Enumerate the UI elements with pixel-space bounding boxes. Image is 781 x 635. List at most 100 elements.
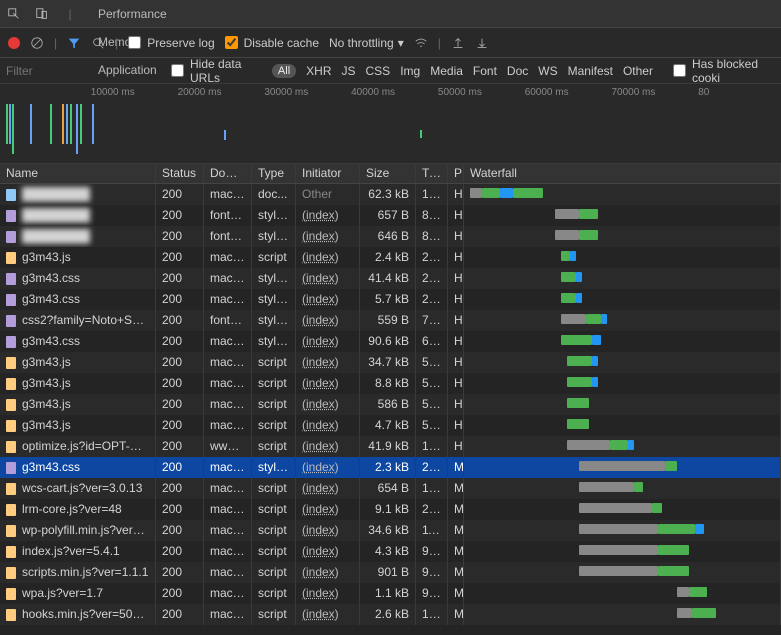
cell-priority: H.. [448, 352, 464, 373]
cell-initiator[interactable]: (index) [296, 499, 360, 520]
cell-time: 21... [416, 457, 448, 478]
cell-type: script [252, 604, 296, 625]
file-icon [6, 336, 16, 348]
cell-initiator[interactable]: (index) [296, 415, 360, 436]
cell-name: g3m43.js [0, 415, 156, 436]
request-row[interactable]: g3m43.css200macr...style...(index)5.7 kB… [0, 289, 781, 310]
cell-initiator[interactable]: (index) [296, 520, 360, 541]
cell-initiator[interactable]: (index) [296, 268, 360, 289]
cell-initiator[interactable]: (index) [296, 289, 360, 310]
filter-type-xhr[interactable]: XHR [306, 64, 331, 78]
header-status[interactable]: Status [156, 164, 204, 183]
header-domain[interactable]: Doma... [204, 164, 252, 183]
hide-data-urls-checkbox[interactable]: Hide data URLs [171, 57, 262, 85]
cell-name: g3m43.css [0, 331, 156, 352]
file-icon [6, 210, 16, 222]
cell-initiator[interactable]: (index) [296, 373, 360, 394]
header-initiator[interactable]: Initiator [296, 164, 360, 183]
cell-initiator[interactable]: (index) [296, 541, 360, 562]
cell-initiator[interactable]: (index) [296, 478, 360, 499]
cell-initiator[interactable]: (index) [296, 583, 360, 604]
request-row[interactable]: g3m43.css200macr...style...(index)41.4 k… [0, 268, 781, 289]
download-icon[interactable] [475, 36, 489, 50]
filter-input[interactable] [6, 64, 161, 78]
cell-waterfall [464, 541, 781, 562]
cell-domain: macr... [204, 562, 252, 583]
request-row[interactable]: g3m43.js200macr...script(index)34.7 kB57… [0, 352, 781, 373]
filter-type-media[interactable]: Media [430, 64, 463, 78]
request-row[interactable]: hooks.min.js?ver=50e2...200macr...script… [0, 604, 781, 625]
blocked-cookies-checkbox[interactable]: Has blocked cooki [673, 57, 775, 85]
filter-type-doc[interactable]: Doc [507, 64, 528, 78]
request-row[interactable]: scripts.min.js?ver=1.1.1200macr...script… [0, 562, 781, 583]
cell-status: 200 [156, 373, 204, 394]
header-time[interactable]: Ti... [416, 164, 448, 183]
request-row[interactable]: index.js?ver=5.4.1200macr...script(index… [0, 541, 781, 562]
cell-size: 559 B [360, 310, 416, 331]
filter-icon[interactable] [67, 36, 81, 50]
request-row[interactable]: ████████200macr...doc...Other62.3 kB14..… [0, 184, 781, 205]
throttling-select[interactable]: No throttling▾ [329, 36, 404, 50]
cell-initiator[interactable]: (index) [296, 436, 360, 457]
inspect-icon[interactable] [0, 7, 28, 21]
clear-icon[interactable] [30, 36, 44, 50]
disable-cache-checkbox[interactable]: Disable cache [225, 36, 319, 50]
request-row[interactable]: css2?family=Noto+Ser...200fonts...style.… [0, 310, 781, 331]
file-icon [6, 399, 16, 411]
cell-initiator[interactable]: (index) [296, 310, 360, 331]
cell-size: 657 B [360, 205, 416, 226]
request-row[interactable]: lrm-core.js?ver=48200macr...script(index… [0, 499, 781, 520]
request-row[interactable]: g3m43.css200macr...style...(index)90.6 k… [0, 331, 781, 352]
request-row[interactable]: wpa.js?ver=1.7200macr...script(index)1.1… [0, 583, 781, 604]
request-row[interactable]: optimize.js?id=OPT-W...200www....script(… [0, 436, 781, 457]
request-row[interactable]: wp-polyfill.min.js?ver=...200macr...scri… [0, 520, 781, 541]
request-row[interactable]: ████████200fonts...style...(index)646 B8… [0, 226, 781, 247]
filter-type-manifest[interactable]: Manifest [568, 64, 613, 78]
request-row[interactable]: g3m43.js200macr...script(index)586 B52..… [0, 394, 781, 415]
cell-initiator[interactable]: Other [296, 184, 360, 205]
cell-initiator[interactable]: (index) [296, 205, 360, 226]
request-row[interactable]: wcs-cart.js?ver=3.0.13200macr...script(i… [0, 478, 781, 499]
device-toggle-icon[interactable] [28, 7, 56, 21]
timeline-overview[interactable]: 10000 ms20000 ms30000 ms40000 ms50000 ms… [0, 84, 781, 164]
cell-initiator[interactable]: (index) [296, 394, 360, 415]
cell-waterfall [464, 310, 781, 331]
cell-initiator[interactable]: (index) [296, 226, 360, 247]
search-icon[interactable] [91, 36, 105, 50]
request-row[interactable]: g3m43.js200macr...script(index)2.4 kB20.… [0, 247, 781, 268]
request-row[interactable]: ████████200fonts...style...(index)657 B8… [0, 205, 781, 226]
header-name[interactable]: Name [0, 164, 156, 183]
request-row[interactable]: g3m43.js200macr...script(index)4.7 kB51.… [0, 415, 781, 436]
filter-type-other[interactable]: Other [623, 64, 653, 78]
header-type[interactable]: Type [252, 164, 296, 183]
upload-icon[interactable] [451, 36, 465, 50]
filter-type-ws[interactable]: WS [538, 64, 557, 78]
header-size[interactable]: Size [360, 164, 416, 183]
wifi-icon[interactable] [414, 36, 428, 50]
request-row[interactable]: g3m43.js200macr...script(index)8.8 kB55.… [0, 373, 781, 394]
cell-initiator[interactable]: (index) [296, 331, 360, 352]
cell-initiator[interactable]: (index) [296, 457, 360, 478]
cell-waterfall [464, 436, 781, 457]
cell-waterfall [464, 373, 781, 394]
filter-type-css[interactable]: CSS [366, 64, 391, 78]
filter-type-img[interactable]: Img [400, 64, 420, 78]
cell-initiator[interactable]: (index) [296, 352, 360, 373]
cell-initiator[interactable]: (index) [296, 604, 360, 625]
cell-waterfall [464, 247, 781, 268]
tab-performance[interactable]: Performance [84, 0, 181, 28]
cell-priority: M [448, 499, 464, 520]
filter-all[interactable]: All [272, 64, 296, 78]
header-waterfall[interactable]: Waterfall [464, 164, 781, 183]
timeline-tick: 80 [694, 87, 781, 98]
cell-type: style... [252, 205, 296, 226]
preserve-log-checkbox[interactable]: Preserve log [128, 36, 214, 50]
filter-type-js[interactable]: JS [342, 64, 356, 78]
filter-type-font[interactable]: Font [473, 64, 497, 78]
request-row[interactable]: g3m43.css200macr...style...(index)2.3 kB… [0, 457, 781, 478]
record-button[interactable] [8, 37, 20, 49]
cell-initiator[interactable]: (index) [296, 247, 360, 268]
cell-initiator[interactable]: (index) [296, 562, 360, 583]
header-priority[interactable]: P [448, 164, 464, 183]
cell-priority: H.. [448, 394, 464, 415]
